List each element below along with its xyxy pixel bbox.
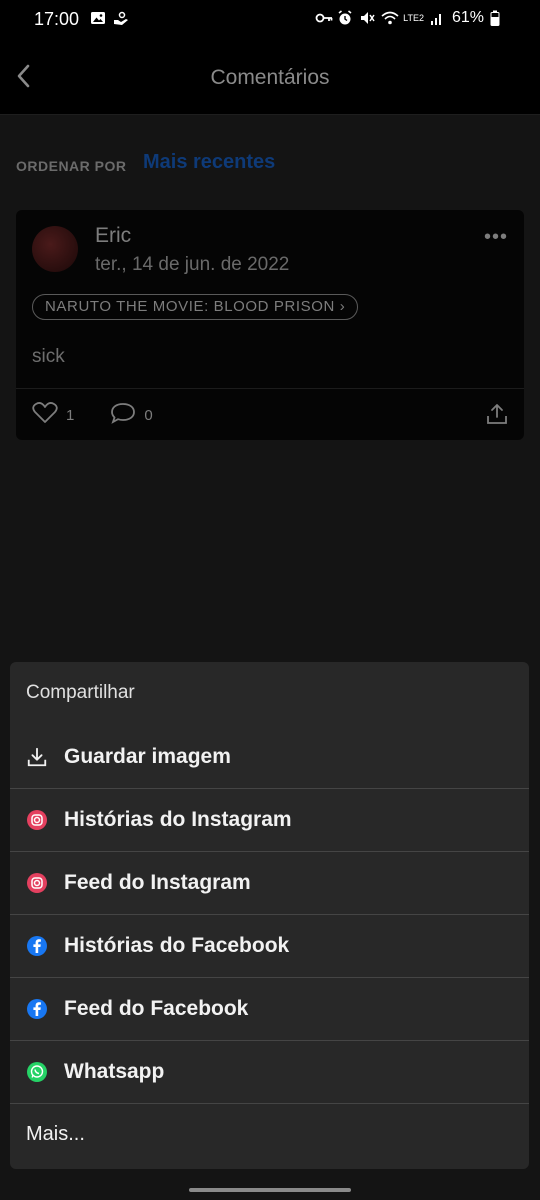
share-sheet: Compartilhar Guardar imagem Histórias do…: [10, 662, 529, 1169]
vpn-key-icon: [315, 10, 333, 26]
signal-icon: [430, 10, 446, 26]
share-option-label: Feed do Facebook: [64, 996, 249, 1020]
like-count: 1: [66, 406, 75, 424]
avatar[interactable]: [32, 226, 78, 272]
divider: [16, 388, 524, 389]
share-option-instagram-stories[interactable]: Histórias do Instagram: [10, 788, 529, 852]
app-header: Comentários: [0, 38, 540, 115]
more-dots-icon[interactable]: •••: [484, 226, 508, 249]
share-option-facebook-stories[interactable]: Histórias do Facebook: [10, 914, 529, 978]
chevron-right-icon: ›: [339, 298, 346, 315]
share-option-label: Histórias do Facebook: [64, 933, 290, 957]
instagram-icon: [26, 809, 48, 831]
share-option-label: Feed do Instagram: [64, 870, 251, 894]
share-option-label: Mais...: [26, 1123, 85, 1145]
reply-icon[interactable]: [110, 402, 136, 428]
share-option-more[interactable]: Mais...: [10, 1103, 529, 1166]
sort-dropdown[interactable]: Mais recentes: [143, 151, 275, 174]
comment-actions: 1 0: [32, 402, 153, 428]
sort-label: ORDENAR POR: [16, 158, 127, 174]
status-bar: 17:00 LTE2 61%: [0, 0, 540, 38]
instagram-icon: [26, 872, 48, 894]
share-option-facebook-feed[interactable]: Feed do Facebook: [10, 977, 529, 1041]
status-left-icons: [90, 10, 128, 26]
gallery-icon: [90, 10, 106, 26]
hand-icon: [112, 10, 128, 26]
facebook-icon: [26, 998, 48, 1020]
page-title: Comentários: [210, 66, 330, 89]
comment-date: ter., 14 de jun. de 2022: [95, 254, 290, 275]
heart-icon[interactable]: [32, 402, 58, 428]
status-time: 17:00: [34, 9, 80, 29]
whatsapp-icon: [26, 1061, 48, 1083]
comment-author[interactable]: Eric: [95, 224, 131, 248]
mute-icon: [359, 10, 375, 26]
share-option-label: Whatsapp: [64, 1059, 165, 1083]
comment-card: Eric ter., 14 de jun. de 2022 ••• NARUTO…: [16, 210, 524, 440]
status-right-icons: LTE2 61%: [315, 9, 506, 27]
share-option-label: Histórias do Instagram: [64, 807, 292, 831]
movie-tag[interactable]: NARUTO THE MOVIE: BLOOD PRISON ›: [32, 294, 359, 320]
comments-content: ORDENAR POR Mais recentes Eric ter., 14 …: [0, 115, 540, 662]
battery-percent: 61%: [451, 9, 484, 26]
movie-tag-label: NARUTO THE MOVIE: BLOOD PRISON: [45, 298, 335, 315]
share-option-instagram-feed[interactable]: Feed do Instagram: [10, 851, 529, 915]
wifi-icon: [381, 10, 399, 26]
share-sheet-title: Compartilhar: [26, 682, 135, 703]
reply-count: 0: [144, 406, 153, 424]
facebook-icon: [26, 935, 48, 957]
share-option-save-image[interactable]: Guardar imagem: [10, 725, 529, 789]
alarm-icon: [337, 10, 353, 26]
download-icon: [26, 746, 48, 768]
share-option-whatsapp[interactable]: Whatsapp: [10, 1040, 529, 1104]
share-icon[interactable]: [486, 403, 508, 430]
comment-text: sick: [32, 346, 65, 367]
battery-icon: [490, 10, 506, 26]
share-option-label: Guardar imagem: [64, 744, 231, 768]
home-indicator[interactable]: [189, 1188, 351, 1192]
network-label: LTE2: [403, 12, 424, 23]
system-nav-bar: [0, 1170, 540, 1200]
